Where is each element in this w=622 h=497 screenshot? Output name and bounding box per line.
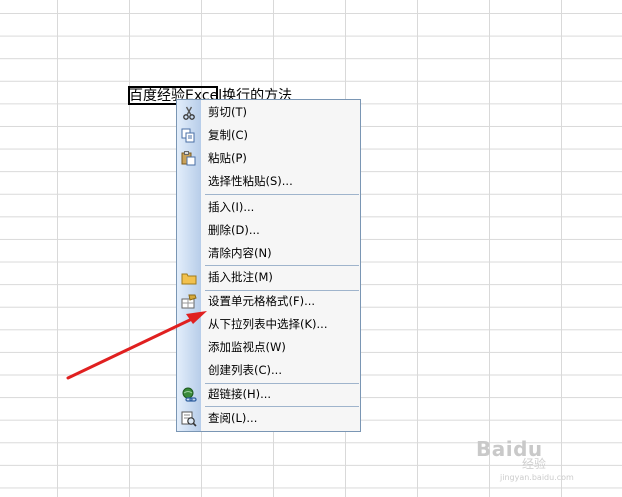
menu-item-label: 清除内容(N) [208,246,272,260]
menu-item-paste[interactable]: 粘贴(P) [177,147,360,170]
menu-item-clear-contents[interactable]: 清除内容(N) [177,242,360,265]
menu-item-label: 创建列表(C)... [208,363,282,377]
baidu-watermark-url: jingyan.baidu.com [500,473,574,482]
menu-separator [205,194,359,195]
menu-item-delete[interactable]: 删除(D)... [177,219,360,242]
menu-item-paste-special[interactable]: 选择性粘贴(S)... [177,170,360,193]
menu-item-copy[interactable]: 复制(C) [177,124,360,147]
menu-item-create-list[interactable]: 创建列表(C)... [177,359,360,382]
context-menu: 剪切(T) 复制(C) 粘贴(P) 选择性粘贴(S)... 插入(I)... 删… [176,99,361,432]
menu-item-label: 从下拉列表中选择(K)... [208,317,328,331]
menu-item-insert[interactable]: 插入(I)... [177,196,360,219]
menu-item-label: 选择性粘贴(S)... [208,174,293,188]
format-cells-icon [180,293,197,310]
menu-item-label: 粘贴(P) [208,151,247,165]
menu-item-label: 超链接(H)... [208,387,272,401]
menu-item-label: 查阅(L)... [208,411,258,425]
paste-icon [180,150,197,167]
menu-item-label: 添加监视点(W) [208,340,286,354]
menu-item-pick-from-list[interactable]: 从下拉列表中选择(K)... [177,313,360,336]
scissors-icon [180,104,197,121]
menu-item-insert-comment[interactable]: 插入批注(M) [177,266,360,289]
copy-icon [180,127,197,144]
menu-item-label: 剪切(T) [208,105,247,119]
hyperlink-icon [180,386,197,403]
menu-item-lookup[interactable]: 查阅(L)... [177,407,360,430]
menu-item-label: 设置单元格格式(F)... [208,294,316,308]
menu-item-cut[interactable]: 剪切(T) [177,101,360,124]
baidu-watermark-sub: 经验 [522,457,547,471]
menu-item-label: 删除(D)... [208,223,260,237]
menu-item-add-watch[interactable]: 添加监视点(W) [177,336,360,359]
menu-item-label: 插入(I)... [208,200,255,214]
menu-item-label: 复制(C) [208,128,249,142]
menu-item-format-cells[interactable]: 设置单元格格式(F)... [177,290,360,313]
lookup-icon [180,410,197,427]
menu-item-label: 插入批注(M) [208,270,273,284]
menu-item-hyperlink[interactable]: 超链接(H)... [177,383,360,406]
folder-icon [180,269,197,286]
